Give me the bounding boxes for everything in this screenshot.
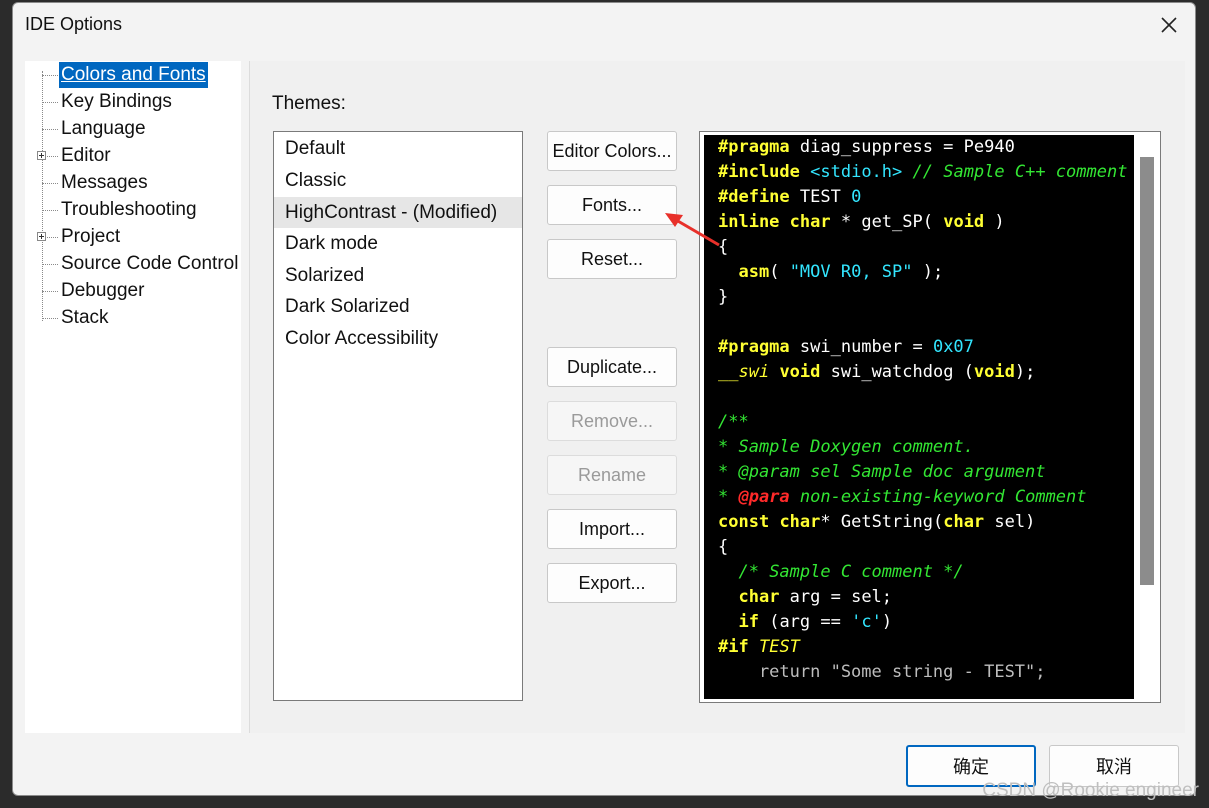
close-button[interactable] xyxy=(1143,3,1195,47)
reset-button[interactable]: Reset... xyxy=(547,239,677,279)
tree-branch-line xyxy=(42,291,58,292)
code-line: * @para non-existing-keyword Comment xyxy=(718,487,1087,507)
code-line: asm( "MOV R0, SP" ); xyxy=(738,262,944,282)
preview-scrollbar[interactable] xyxy=(1136,135,1160,699)
code-line: /* Sample C comment */ xyxy=(738,562,964,582)
theme-item[interactable]: Default xyxy=(274,133,522,164)
code-line: #define TEST 0 xyxy=(718,187,862,207)
theme-item[interactable]: Color Accessibility xyxy=(274,323,522,354)
background-editor-glyphs xyxy=(0,0,12,808)
annotation-arrow-icon xyxy=(665,213,720,247)
tree-branch-line xyxy=(42,210,58,211)
theme-item[interactable]: Solarized xyxy=(274,260,522,291)
code-line: * @param sel Sample doc argument xyxy=(718,462,1046,482)
tree-item-label: Debugger xyxy=(61,280,145,301)
tree-branch-line xyxy=(42,318,58,319)
tree-item-label: Project xyxy=(61,226,121,247)
theme-item[interactable]: Classic xyxy=(274,165,522,196)
remove-button[interactable]: Remove... xyxy=(547,401,677,441)
tree-item-label: Troubleshooting xyxy=(61,199,197,220)
tree-branch-line xyxy=(42,75,58,76)
code-line: #if TEST xyxy=(718,637,800,657)
code-preview: #pragma diag_suppress = Pe940 #include <… xyxy=(699,131,1161,703)
tree-item-label: Key Bindings xyxy=(61,91,172,112)
title-bar: IDE Options xyxy=(13,3,1195,47)
code-line: #pragma diag_suppress = Pe940 xyxy=(718,137,1015,157)
ide-options-dialog: IDE Options Colors and Fonts Key Binding… xyxy=(12,2,1196,796)
options-category-tree: Colors and Fonts Key Bindings Language E… xyxy=(25,61,241,733)
theme-item[interactable]: Dark mode xyxy=(274,228,522,259)
code-line: const char* GetString(char sel) xyxy=(718,512,1036,532)
colors-and-fonts-panel: Themes: Default Classic HighContrast - (… xyxy=(249,61,1185,733)
code-preview-area: #pragma diag_suppress = Pe940 #include <… xyxy=(704,135,1134,699)
rename-button[interactable]: Rename xyxy=(547,455,677,495)
tree-connector-line xyxy=(42,71,43,321)
code-line: { xyxy=(718,537,729,557)
theme-item-selected[interactable]: HighContrast - (Modified) xyxy=(274,197,522,228)
code-line: #include <stdio.h> // Sample C++ comment xyxy=(718,162,1128,182)
theme-item[interactable]: Dark Solarized xyxy=(274,291,522,322)
import-button[interactable]: Import... xyxy=(547,509,677,549)
code-line: if (arg == 'c') xyxy=(738,612,893,632)
scrollbar-thumb[interactable] xyxy=(1140,157,1154,585)
code-line: __swi void swi_watchdog (void); xyxy=(718,362,1036,382)
code-line: /** xyxy=(718,412,749,432)
tree-branch-line xyxy=(42,264,58,265)
tree-item-label: Editor xyxy=(61,145,111,166)
watermark: CSDN @Rookie engineer xyxy=(982,780,1199,801)
code-line: char arg = sel; xyxy=(738,587,893,607)
expand-plus-icon[interactable] xyxy=(37,151,46,160)
tree-item-label: Colors and Fonts xyxy=(59,62,208,88)
duplicate-button[interactable]: Duplicate... xyxy=(547,347,677,387)
close-icon xyxy=(1161,17,1177,33)
tree-branch-line xyxy=(42,183,58,184)
tree-item-label: Language xyxy=(61,118,146,139)
themes-label: Themes: xyxy=(272,93,346,114)
tree-item-label: Messages xyxy=(61,172,148,193)
code-line: #pragma swi_number = 0x07 xyxy=(718,337,974,357)
code-line: } xyxy=(718,287,729,307)
tree-item-label: Source Code Control xyxy=(61,253,239,274)
window-title: IDE Options xyxy=(25,14,123,34)
tree-branch-line xyxy=(42,129,58,130)
expand-plus-icon[interactable] xyxy=(37,232,46,241)
tree-item-label: Stack xyxy=(61,307,109,328)
code-line: * Sample Doxygen comment. xyxy=(718,437,974,457)
fonts-button[interactable]: Fonts... xyxy=(547,185,677,225)
themes-list[interactable]: Default Classic HighContrast - (Modified… xyxy=(273,131,523,701)
tree-branch-line xyxy=(42,102,58,103)
code-line: inline char * get_SP( void ) xyxy=(718,212,1005,232)
code-line: return "Some string - TEST"; xyxy=(718,662,1046,682)
export-button[interactable]: Export... xyxy=(547,563,677,603)
editor-colors-button[interactable]: Editor Colors... xyxy=(547,131,677,171)
